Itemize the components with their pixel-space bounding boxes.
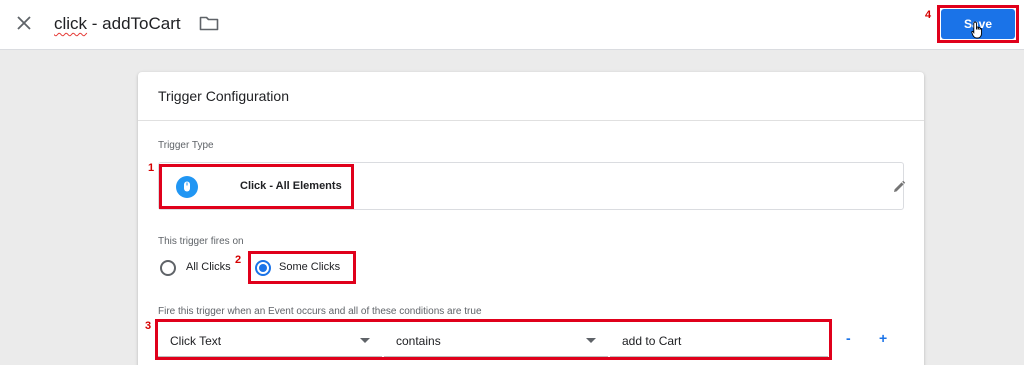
all-clicks-label[interactable]: All Clicks <box>186 261 231 273</box>
card-title: Trigger Configuration <box>158 88 289 104</box>
remove-condition-button[interactable]: - <box>846 330 851 346</box>
annotation-marker-1: 1 <box>148 162 155 174</box>
annotation-box-trigger-type <box>159 164 354 209</box>
folder-icon[interactable] <box>199 15 219 31</box>
tag-title-underlined: click <box>54 14 88 33</box>
all-clicks-radio[interactable] <box>160 260 176 276</box>
tag-title-rest: - addToCart <box>87 14 181 33</box>
annotation-box-save <box>937 5 1019 43</box>
annotation-box-condition <box>155 319 832 360</box>
card-divider <box>138 120 924 121</box>
close-icon[interactable] <box>14 13 34 33</box>
tag-title[interactable]: click - addToCart <box>54 14 181 34</box>
annotation-marker-2: 2 <box>235 254 242 266</box>
annotation-box-some-clicks <box>248 251 356 284</box>
top-bar: click - addToCart <box>0 0 1024 50</box>
add-condition-button[interactable]: + <box>879 330 887 346</box>
fires-on-label: This trigger fires on <box>158 236 244 247</box>
trigger-type-label: Trigger Type <box>158 140 214 151</box>
conditions-label: Fire this trigger when an Event occurs a… <box>158 306 482 317</box>
annotation-marker-4: 4 <box>925 9 932 21</box>
annotation-marker-3: 3 <box>145 320 152 332</box>
pencil-icon[interactable] <box>892 180 906 194</box>
